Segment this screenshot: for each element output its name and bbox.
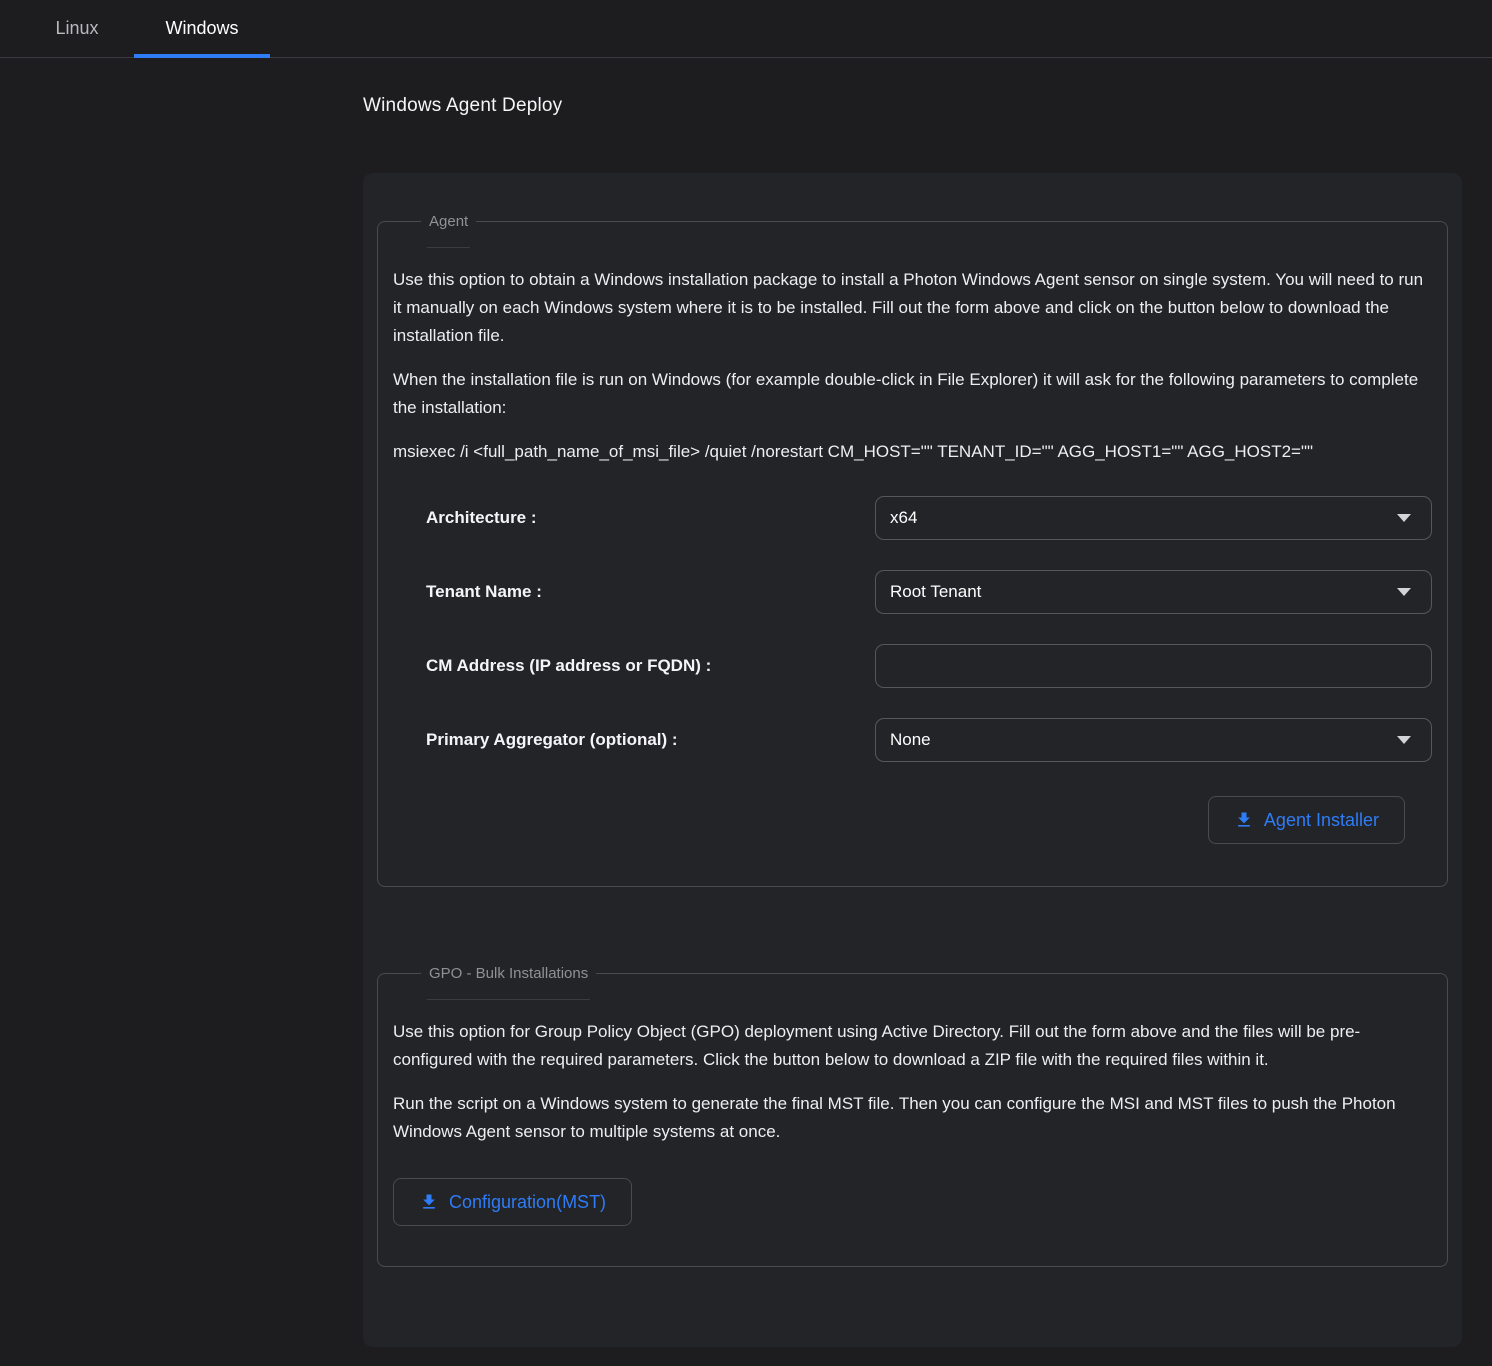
cm-address-input[interactable] <box>875 644 1432 688</box>
deploy-card: Agent Use this option to obtain a Window… <box>363 173 1462 1347</box>
gpo-button-row: Configuration(MST) <box>393 1178 1432 1226</box>
agent-intro-text: Use this option to obtain a Windows inst… <box>393 266 1432 350</box>
gpo-section-legend: GPO - Bulk Installations <box>421 965 596 982</box>
architecture-select-value: x64 <box>890 508 917 528</box>
configuration-mst-button-label: Configuration(MST) <box>449 1192 606 1213</box>
agent-section: Agent Use this option to obtain a Window… <box>377 213 1448 887</box>
form-row-primary-aggregator: Primary Aggregator (optional) : None <box>426 718 1432 762</box>
agent-form: Architecture : x64 Tenant Name : Root Te… <box>393 496 1432 762</box>
cm-address-label: CM Address (IP address or FQDN) : <box>426 656 875 676</box>
gpo-intro-text: Use this option for Group Policy Object … <box>393 1018 1432 1074</box>
download-icon <box>419 1192 439 1212</box>
gpo-section: GPO - Bulk Installations Use this option… <box>377 965 1448 1267</box>
agent-installer-button-label: Agent Installer <box>1264 810 1379 831</box>
agent-button-row: Agent Installer <box>393 796 1432 844</box>
agent-section-legend: Agent <box>421 213 476 230</box>
tab-linux[interactable]: Linux <box>20 0 134 57</box>
chevron-down-icon <box>1397 514 1411 522</box>
msiexec-command-text: msiexec /i <full_path_name_of_msi_file> … <box>393 438 1432 466</box>
form-row-tenant-name: Tenant Name : Root Tenant <box>426 570 1432 614</box>
agent-installer-button[interactable]: Agent Installer <box>1208 796 1405 844</box>
tenant-name-select-value: Root Tenant <box>890 582 981 602</box>
form-row-architecture: Architecture : x64 <box>426 496 1432 540</box>
configuration-mst-button[interactable]: Configuration(MST) <box>393 1178 632 1226</box>
page-title: Windows Agent Deploy <box>363 95 1462 117</box>
tab-windows[interactable]: Windows <box>134 0 270 57</box>
agent-parameters-text: When the installation file is run on Win… <box>393 366 1432 422</box>
download-icon <box>1234 810 1254 830</box>
architecture-label: Architecture : <box>426 508 875 528</box>
primary-aggregator-label: Primary Aggregator (optional) : <box>426 730 875 750</box>
page-content: Windows Agent Deploy Agent Use this opti… <box>0 58 1492 1347</box>
primary-aggregator-select-value: None <box>890 730 931 750</box>
primary-aggregator-select[interactable]: None <box>875 718 1432 762</box>
chevron-down-icon <box>1397 588 1411 596</box>
architecture-select[interactable]: x64 <box>875 496 1432 540</box>
tab-bar: Linux Windows <box>0 0 1492 58</box>
chevron-down-icon <box>1397 736 1411 744</box>
form-row-cm-address: CM Address (IP address or FQDN) : <box>426 644 1432 688</box>
gpo-run-script-text: Run the script on a Windows system to ge… <box>393 1090 1432 1146</box>
tenant-name-select[interactable]: Root Tenant <box>875 570 1432 614</box>
tenant-name-label: Tenant Name : <box>426 582 875 602</box>
